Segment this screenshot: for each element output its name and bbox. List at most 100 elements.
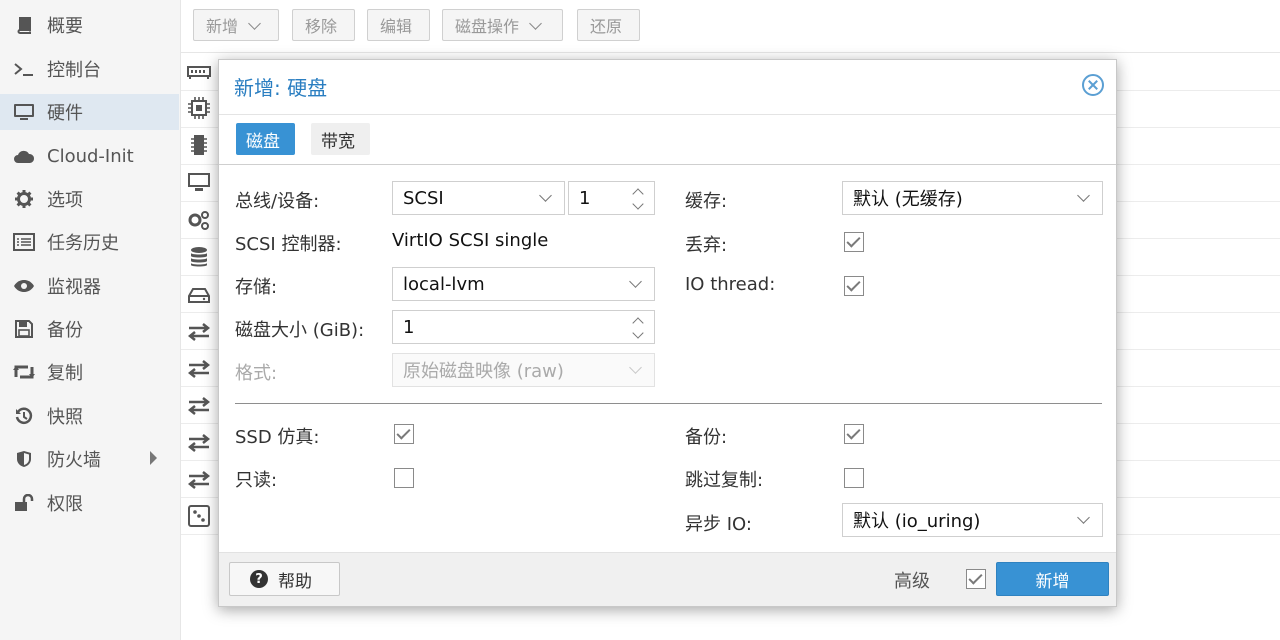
add-button[interactable]: 新增 [996,562,1109,596]
skip-replication-label: 跳过复制: [685,470,764,491]
sidebar-item-task-history[interactable]: 任务历史 [0,224,179,260]
sidebar-item-snapshot[interactable]: 快照 [0,398,179,434]
cloud-icon [12,148,36,164]
sidebar-item-hardware[interactable]: 硬件 [0,94,179,130]
backup-checkbox[interactable] [844,424,864,444]
sidebar-item-backup[interactable]: 备份 [0,311,179,347]
floppy-icon [12,320,36,338]
edit-button[interactable]: 编辑 [367,9,430,41]
tabs-divider [219,164,1116,165]
memory-icon [186,60,212,84]
storage-value: local-lvm [403,273,485,295]
format-select: 原始磁盘映像 (raw) [392,353,655,387]
skip-replication-checkbox[interactable] [844,468,864,488]
disk-size-value: 1 [403,316,415,338]
ssd-emulation-label: SSD 仿真: [235,427,320,448]
question-circle-icon: ? [250,570,268,588]
remove-button[interactable]: 移除 [292,9,355,41]
sidebar-item-summary[interactable]: 概要 [0,7,179,43]
revert-button[interactable]: 还原 [577,9,640,41]
add-hardware-label: 新增 [206,17,239,36]
sidebar-item-label: 任务历史 [47,233,119,254]
bios-chip-icon [186,133,212,157]
network-icon [186,320,212,344]
gear-icon [12,190,36,208]
chevron-down-icon [1077,189,1090,202]
sidebar-item-monitor[interactable]: 监视器 [0,268,179,304]
eye-icon [12,279,36,293]
discard-label: 丢弃: [685,235,728,256]
async-io-select[interactable]: 默认 (io_uring) [842,503,1103,537]
disk-action-button[interactable]: 磁盘操作 [442,9,563,41]
add-hard-disk-dialog: 新增: 硬盘 磁盘 带宽 总线/设备: SCSI 1 SCSI 控制器: Vir… [218,59,1117,607]
sidebar-item-label: 概要 [47,16,83,37]
gears-icon [186,208,212,232]
bus-device-label: 总线/设备: [235,191,320,212]
cache-label: 缓存: [685,191,728,212]
hdd-icon [186,283,212,307]
cache-select[interactable]: 默认 (无缓存) [842,181,1103,215]
disk-size-label: 磁盘大小 (GiB): [235,320,365,341]
sidebar-item-permissions[interactable]: 权限 [0,485,179,521]
dialog-title: 新增: 硬盘 [234,76,328,100]
sidebar-item-firewall[interactable]: 防火墙 [0,441,179,477]
sidebar-item-label: 复制 [47,363,83,384]
retweet-icon [12,363,36,381]
display-icon [186,170,212,194]
iothread-label: IO thread: [685,274,776,295]
network-icon [186,468,212,492]
bus-select[interactable]: SCSI [392,181,565,215]
list-icon [12,233,36,251]
chevron-down-icon [248,16,261,30]
device-number-value: 1 [579,187,591,209]
chevron-down-icon [539,189,552,202]
sidebar-item-label: 备份 [47,320,83,341]
cpu-icon [186,96,212,120]
advanced-label: 高级 [894,571,930,592]
discard-checkbox[interactable] [844,232,864,252]
sidebar-item-cloud-init[interactable]: Cloud-Init [0,138,179,174]
format-label: 格式: [235,363,278,384]
scsi-controller-value: VirtIO SCSI single [392,230,549,251]
network-icon [186,431,212,455]
sidebar-item-label: 硬件 [47,103,83,124]
storage-select[interactable]: local-lvm [392,267,655,301]
backup-label: 备份: [685,427,728,448]
section-divider [235,403,1102,404]
remove-label: 移除 [305,17,338,36]
iothread-checkbox[interactable] [844,276,864,296]
sidebar-item-options[interactable]: 选项 [0,181,179,217]
sidebar: 概要 控制台 硬件 Cloud-Init 选项 任务历史 监视器 备份 复制 快… [0,0,181,640]
sidebar-item-console[interactable]: 控制台 [0,51,179,87]
close-icon[interactable] [1082,74,1104,96]
tab-disk[interactable]: 磁盘 [236,123,295,155]
sidebar-item-label: 控制台 [47,60,101,81]
ssd-emulation-checkbox[interactable] [394,424,414,444]
dialog-header: 新增: 硬盘 [219,60,1116,115]
cache-value: 默认 (无缓存) [853,189,963,210]
monitor-icon [12,102,36,122]
readonly-checkbox[interactable] [394,468,414,488]
history-icon [12,407,36,425]
async-io-value: 默认 (io_uring) [853,511,981,532]
add-hardware-button[interactable]: 新增 [193,9,279,41]
sidebar-item-label: 防火墙 [47,450,101,471]
unlock-icon [12,494,36,512]
chevron-right-icon[interactable] [150,451,157,465]
device-number-spinner[interactable]: 1 [568,181,655,215]
sidebar-item-replication[interactable]: 复制 [0,354,179,390]
async-io-label: 异步 IO: [685,514,752,535]
spinner-down-icon[interactable] [632,198,644,210]
rng-dice-icon [186,504,212,528]
sidebar-item-label: 监视器 [47,277,101,298]
dialog-footer: ? 帮助 高级 新增 [219,552,1116,606]
scsi-controller-label: SCSI 控制器: [235,234,342,255]
help-button[interactable]: ? 帮助 [229,562,340,596]
help-label: 帮助 [278,571,312,592]
advanced-checkbox[interactable] [966,569,986,589]
disk-size-spinner[interactable]: 1 [392,310,655,344]
chevron-down-icon [1077,511,1090,524]
spinner-down-icon[interactable] [632,327,644,339]
tab-bandwidth[interactable]: 带宽 [311,123,370,155]
bus-value: SCSI [403,187,444,209]
